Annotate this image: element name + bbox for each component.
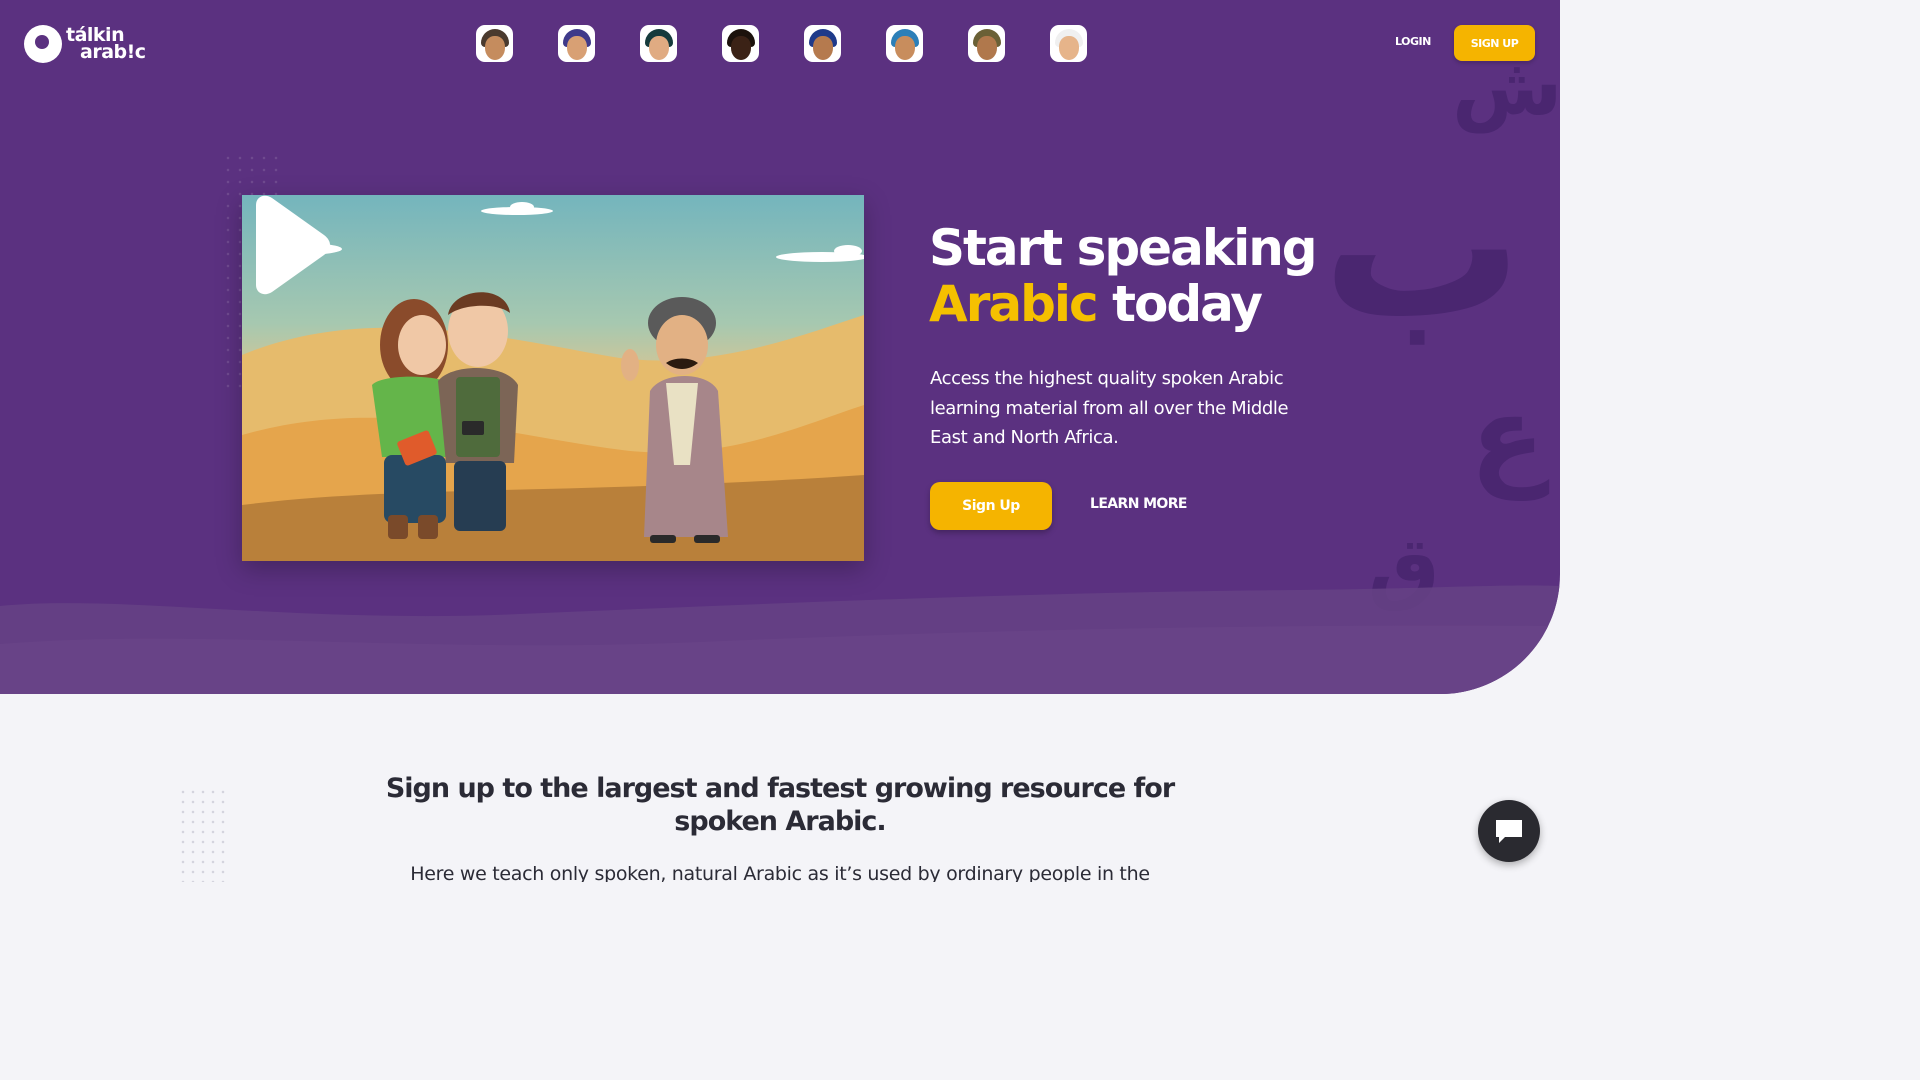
dialect-avatars <box>476 25 1087 62</box>
avatar-face <box>648 36 669 60</box>
signup-button[interactable]: Sign Up <box>930 482 1052 530</box>
chat-button[interactable] <box>1478 800 1540 862</box>
avatar-woman-hijab-olive[interactable] <box>968 25 1005 62</box>
avatar-man-blue-turban[interactable] <box>886 25 923 62</box>
avatar-face <box>812 36 833 60</box>
arabic-letter-decoration: ب <box>1322 130 1523 363</box>
site-logo[interactable]: tálkin arab!c <box>24 24 146 64</box>
play-icon[interactable] <box>242 195 332 295</box>
chat-icon <box>1496 820 1522 843</box>
hero-title-accent: Arabic <box>929 275 1099 333</box>
intro-video[interactable] <box>242 195 864 561</box>
avatar-woman-hijab-purple[interactable] <box>558 25 595 62</box>
logo-mark-icon <box>24 25 62 63</box>
signup-button-header[interactable]: SIGN UP <box>1454 25 1535 61</box>
page: ش ب ع ق tálkin arab!c LOGIN SIGN UP Star… <box>0 0 1560 882</box>
avatar-man-keffiyeh[interactable] <box>1050 25 1087 62</box>
hero-title: Start speaking Arabic today <box>929 220 1349 332</box>
login-link[interactable]: LOGIN <box>1395 35 1431 48</box>
avatar-man-dark[interactable] <box>722 25 759 62</box>
dot-pattern <box>178 787 226 882</box>
hero-description: Access the highest quality spoken Arabic… <box>930 368 1289 448</box>
avatar-face <box>976 36 997 60</box>
hero-section: ش ب ع ق tálkin arab!c LOGIN SIGN UP Star… <box>0 0 1560 694</box>
section-text: Here we teach only spoken, natural Arabi… <box>410 863 1150 882</box>
avatar-face <box>894 36 915 60</box>
logo-line-2: arab!c <box>80 41 146 63</box>
avatar-man-cap[interactable] <box>476 25 513 62</box>
avatar-woman-hijab-blue[interactable] <box>804 25 841 62</box>
section-title: Sign up to the largest and fastest growi… <box>385 773 1175 837</box>
learn-more-link[interactable]: LEARN MORE <box>1090 496 1187 512</box>
avatar-face <box>1058 36 1079 60</box>
video-thumbnail <box>242 202 864 561</box>
avatar-face <box>566 36 587 60</box>
avatar-face <box>484 36 505 60</box>
hero-wave <box>0 585 1560 694</box>
hero-title-line1: Start speaking <box>929 219 1318 277</box>
avatar-woman-hijab-dark[interactable] <box>640 25 677 62</box>
avatar-face <box>730 36 751 60</box>
arabic-letter-decoration: ع <box>1470 372 1546 500</box>
hero-title-rest: today <box>1112 275 1263 333</box>
